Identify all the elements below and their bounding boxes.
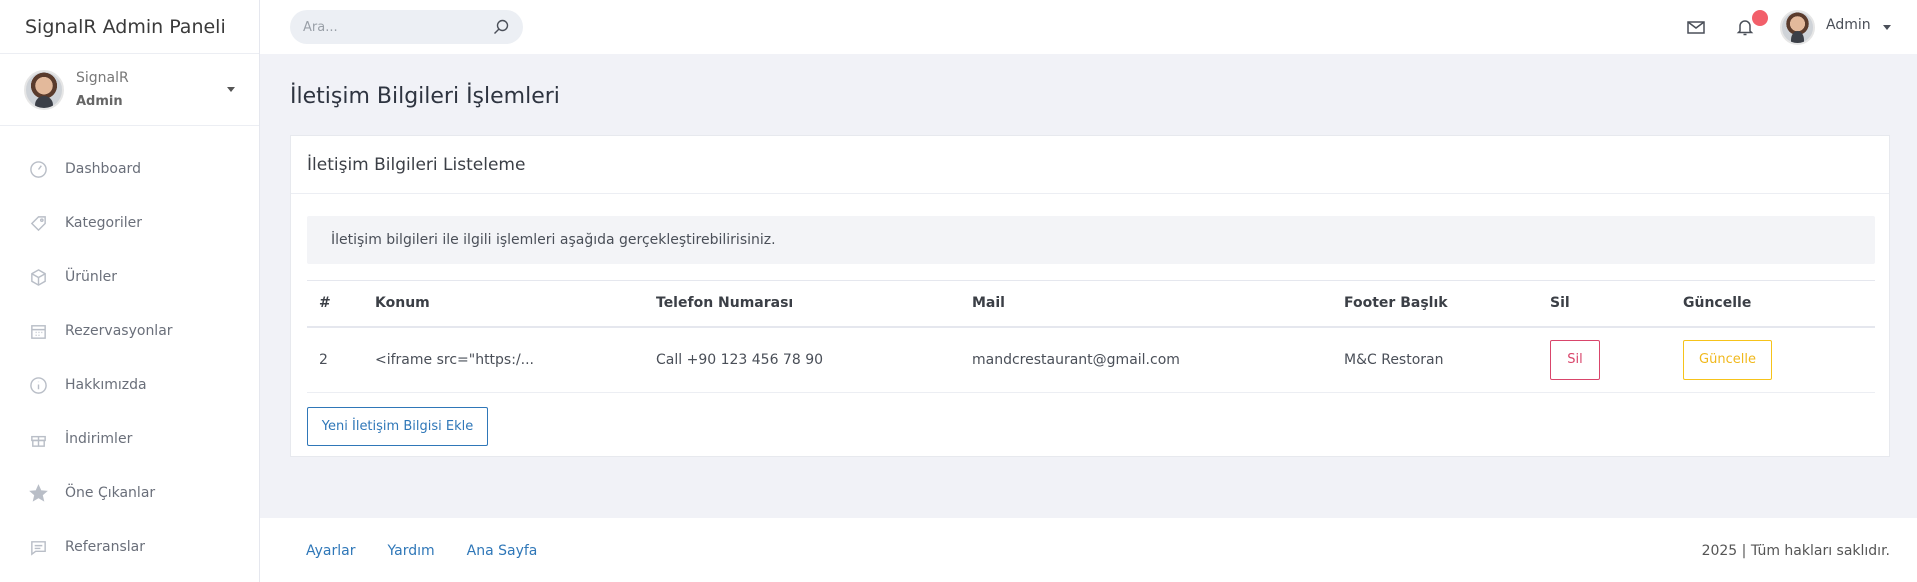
gift-icon — [28, 429, 48, 449]
mail-icon[interactable] — [1686, 17, 1706, 37]
star-icon — [28, 483, 48, 503]
sidebar-item-label: Rezervasyonlar — [65, 323, 173, 339]
brand-title[interactable]: SignalR Admin Paneli — [0, 0, 259, 54]
add-contact-button[interactable]: Yeni İletişim Bilgisi Ekle — [307, 407, 488, 446]
column-header: Konum — [363, 280, 644, 328]
column-header: Mail — [960, 280, 1332, 328]
info-alert: İletişim bilgileri ile ilgili işlemleri … — [307, 216, 1875, 264]
sidebar-menu: Dashboard Kategoriler Ürünler Rezervasyo… — [0, 126, 259, 574]
cell-sil: Sil — [1538, 326, 1671, 393]
sidebar-item-hakkimizda[interactable]: Hakkımızda — [0, 358, 259, 412]
copyright-text: 2025 | Tüm hakları saklıdır. — [1701, 543, 1890, 559]
sidebar-item-referanslar[interactable]: Referanslar — [0, 520, 259, 574]
column-header: Telefon Numarası — [644, 280, 960, 328]
column-header: Footer Başlık — [1332, 280, 1538, 328]
footer: Ayarlar Yardım Ana Sayfa 2025 | Tüm hakl… — [260, 518, 1917, 582]
tag-icon — [28, 213, 48, 233]
user-avatar[interactable] — [1780, 10, 1815, 45]
table-row: 2 <iframe src="https:/... Call +90 123 4… — [307, 326, 1875, 393]
search-bar — [290, 10, 523, 44]
delete-button[interactable]: Sil — [1550, 339, 1600, 380]
sidebar-profile[interactable]: SignalR Admin — [0, 54, 259, 126]
table-header-row: # Konum Telefon Numarası Mail Footer Baş… — [307, 280, 1875, 328]
column-header: Güncelle — [1671, 280, 1875, 328]
update-button[interactable]: Güncelle — [1683, 339, 1772, 380]
cell-footer-baslik: M&C Restoran — [1332, 326, 1538, 393]
sidebar-item-one-cikanlar[interactable]: Öne Çıkanlar — [0, 466, 259, 520]
contact-table: # Konum Telefon Numarası Mail Footer Baş… — [307, 280, 1875, 393]
search-input[interactable] — [303, 19, 483, 35]
page-title: İletişim Bilgileri İşlemleri — [290, 84, 560, 109]
caret-down-icon[interactable] — [1883, 25, 1891, 30]
cell-guncelle: Güncelle — [1671, 326, 1875, 393]
sidebar-item-dashboard[interactable]: Dashboard — [0, 142, 259, 196]
footer-link-ayarlar[interactable]: Ayarlar — [306, 543, 355, 559]
calendar-icon — [28, 321, 48, 341]
sidebar-item-label: Öne Çıkanlar — [65, 485, 156, 501]
user-name[interactable]: Admin — [1826, 17, 1871, 33]
column-header: # — [307, 280, 363, 328]
sidebar-item-urunler[interactable]: Ürünler — [0, 250, 259, 304]
sidebar-item-rezervasyonlar[interactable]: Rezervasyonlar — [0, 304, 259, 358]
column-header: Sil — [1538, 280, 1671, 328]
sidebar-item-label: Ürünler — [65, 269, 118, 285]
cell-mail: mandcrestaurant@gmail.com — [960, 326, 1332, 393]
sidebar-item-indirimler[interactable]: İndirimler — [0, 412, 259, 466]
top-header: Admin — [260, 0, 1917, 54]
sidebar-item-label: İndirimler — [65, 431, 133, 447]
sidebar-item-kategoriler[interactable]: Kategoriler — [0, 196, 259, 250]
avatar — [24, 69, 64, 110]
profile-name: SignalR — [76, 69, 129, 86]
sidebar: SignalR Admin Paneli SignalR Admin Dashb… — [0, 0, 260, 582]
sidebar-item-label: Hakkımızda — [65, 377, 147, 393]
gauge-icon — [28, 159, 48, 179]
search-icon[interactable] — [493, 19, 509, 35]
notification-badge — [1752, 10, 1768, 26]
card-title: İletişim Bilgileri Listeleme — [291, 136, 1889, 194]
box-icon — [28, 267, 48, 287]
caret-down-icon[interactable] — [227, 87, 235, 92]
footer-link-ana-sayfa[interactable]: Ana Sayfa — [467, 543, 538, 559]
sidebar-item-label: Dashboard — [65, 161, 141, 177]
cell-konum: <iframe src="https:/... — [363, 326, 644, 393]
info-icon — [28, 375, 48, 395]
sidebar-item-label: Kategoriler — [65, 215, 142, 231]
footer-link-yardim[interactable]: Yardım — [387, 543, 434, 559]
sidebar-item-label: Referanslar — [65, 539, 145, 555]
contact-card: İletişim Bilgileri Listeleme İletişim bi… — [290, 135, 1890, 457]
profile-role: Admin — [76, 93, 123, 109]
cell-telefon: Call +90 123 456 78 90 — [644, 326, 960, 393]
footer-links: Ayarlar Yardım Ana Sayfa — [306, 543, 537, 559]
message-icon — [28, 537, 48, 557]
cell-id: 2 — [307, 326, 363, 393]
